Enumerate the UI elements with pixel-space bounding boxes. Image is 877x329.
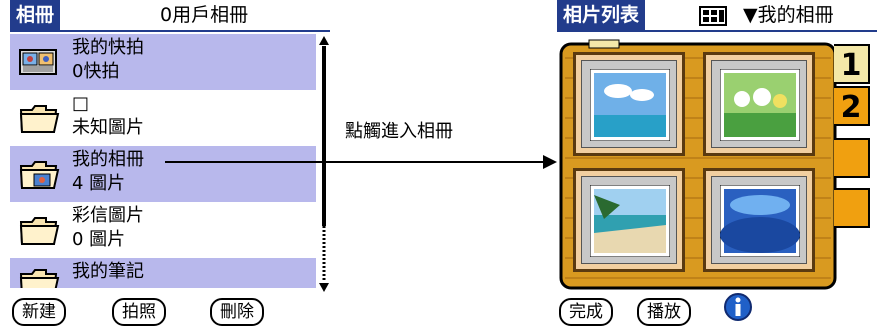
info-icon[interactable] <box>723 292 753 322</box>
flowers-field-photo <box>720 69 800 141</box>
album-name: □ <box>72 93 90 114</box>
folder-icon <box>18 212 60 248</box>
done-button[interactable]: 完成 <box>559 298 613 326</box>
sky-sea-photo <box>590 69 670 141</box>
album-count: 0 圖片 <box>72 229 126 250</box>
page-tab-3[interactable] <box>834 138 870 178</box>
album-selector[interactable]: ▼我的相冊 <box>743 0 834 30</box>
beach-palm-photo <box>590 185 670 257</box>
camera-album-icon <box>18 44 60 80</box>
folder-icon <box>18 264 60 288</box>
page-tab-2[interactable]: 2 <box>834 86 870 126</box>
folder-icon <box>18 100 60 136</box>
album-name: 我的相冊 <box>72 149 144 170</box>
album-item-snapshots[interactable]: 我的快拍 0快拍 <box>10 34 316 90</box>
album-item-mms[interactable]: 彩信圖片 0 圖片 <box>10 202 316 258</box>
photo-album-book: 1 2 <box>559 38 871 290</box>
photo-list-screen: 相片列表 ▼我的相冊 1 2 完成 播放 <box>557 0 877 329</box>
annotation-label: 點觸進入相冊 <box>345 121 453 142</box>
view-mode-icon[interactable] <box>699 6 729 26</box>
page-tab-4[interactable] <box>834 188 870 228</box>
album-item-notes[interactable]: 我的筆記 <box>10 258 316 288</box>
album-item-unknown[interactable]: □ 未知圖片 <box>10 90 316 146</box>
ocean-wave-photo <box>720 185 800 257</box>
photo-folder-icon <box>18 156 60 192</box>
pointer-arrow <box>165 155 557 169</box>
page-tab-1[interactable]: 1 <box>834 44 870 84</box>
photo-thumbnail[interactable] <box>573 168 685 272</box>
delete-button[interactable]: 刪除 <box>210 298 264 326</box>
take-photo-button[interactable]: 拍照 <box>112 298 166 326</box>
play-button[interactable]: 播放 <box>637 298 691 326</box>
album-count: 未知圖片 <box>72 117 144 138</box>
album-name: 我的快拍 <box>72 37 144 58</box>
photo-thumbnail[interactable] <box>703 52 815 156</box>
album-name: 我的筆記 <box>72 261 144 282</box>
photo-list-tab[interactable]: 相片列表 <box>557 0 646 30</box>
new-button[interactable]: 新建 <box>12 298 66 326</box>
photo-thumbnail[interactable] <box>573 52 685 156</box>
photo-thumbnail[interactable] <box>703 168 815 272</box>
title-bar: 相片列表 ▼我的相冊 <box>557 0 877 32</box>
album-count: 4 圖片 <box>72 173 126 194</box>
album-count: 0快拍 <box>72 61 120 82</box>
title-bar: 相冊 0用戶相冊 <box>10 0 330 32</box>
album-tab[interactable]: 相冊 <box>10 0 61 30</box>
album-name: 彩信圖片 <box>72 205 144 226</box>
user-album-count: 0用戶相冊 <box>160 4 249 26</box>
